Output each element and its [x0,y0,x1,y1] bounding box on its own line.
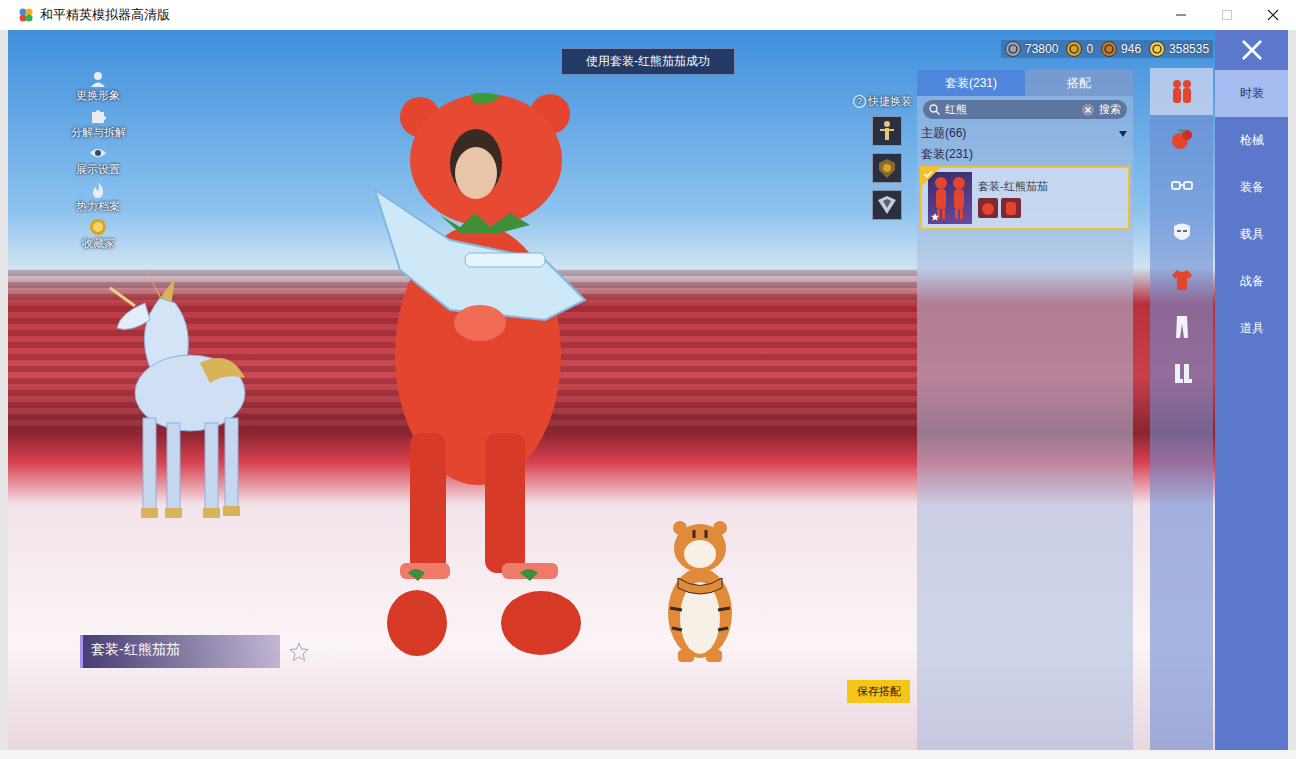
coin-icon [1101,41,1117,57]
badge-icon [876,157,898,179]
outfit-name: 套装-红熊茄茄 [80,635,280,668]
minimize-button[interactable] [1158,0,1204,30]
help-icon[interactable]: ? [853,95,866,108]
desktop-strip [0,750,1296,759]
outfit-icon [1169,79,1195,105]
panel-tab[interactable]: 套装(231) [917,70,1025,96]
hat-icon [1169,126,1195,152]
emulator-window: 和平精英模拟器高清版更换形象分解与拆解展示设置热力档案收藏家 使用套装-红熊茄茄成… [0,0,1296,759]
stadium-scene: 更换形象分解与拆解展示设置热力档案收藏家 使用套装-红熊茄茄成功 ?快捷换装套装-红… [8,30,917,750]
nameplate: 套装-红熊茄茄 [80,635,340,668]
emblem-icon [876,194,898,216]
menu-item[interactable]: 收藏家 [64,216,132,253]
category-item[interactable] [1150,256,1213,303]
close-button[interactable] [1250,0,1296,30]
category-column [1150,30,1213,750]
nav-item[interactable]: 枪械 [1215,117,1288,164]
desktop-edge [1288,30,1296,750]
quick-switch-slot[interactable] [872,116,902,146]
nav-item[interactable]: 载具 [1215,211,1288,258]
menu-item[interactable]: 展示设置 [64,142,132,179]
outfit-card[interactable]: 套装-红熊茄茄 [920,166,1130,230]
quick-switch-slot[interactable] [872,153,902,183]
nav-item[interactable]: 时装 [1215,70,1288,117]
currency: 358535 [1149,41,1209,57]
menu-item[interactable]: 更换形象 [64,68,132,105]
currency: 946 [1101,41,1141,57]
close-icon [1267,9,1279,21]
quick-switch: ?快捷换装 [853,94,912,220]
save-outfit-button[interactable]: 保存搭配 [847,680,910,703]
group-header[interactable]: 套装(231) [917,144,1133,165]
menu-item[interactable]: 分解与拆解 [64,105,132,142]
dropdown-arrow-icon [1119,131,1127,137]
quick-switch-slot[interactable] [872,190,902,220]
top-icon [1169,267,1195,293]
coin-icon [1066,41,1082,57]
mask-icon [1169,220,1195,246]
pants-icon [1169,314,1195,340]
nav-item[interactable]: 道具 [1215,305,1288,352]
glasses-icon [1169,173,1195,199]
flame-icon [89,181,107,199]
window-title: 和平精英模拟器高清版 [40,6,170,24]
maximize-button[interactable] [1204,0,1250,30]
shoes-icon [1169,361,1195,387]
eye-icon [89,144,107,162]
avatar-icon [89,70,107,88]
category-item[interactable] [1150,115,1213,162]
medal-icon [89,218,107,236]
nav-item[interactable]: 装备 [1215,164,1288,211]
quick-switch-label[interactable]: ?快捷换装 [853,94,912,109]
close-icon[interactable] [1240,38,1264,62]
wardrobe-panel: 套装(231)搭配红熊搜索主题(66)套装(231)套装-红熊茄茄 [917,30,1133,750]
search-field[interactable]: 红熊搜索 [923,100,1127,119]
panel-tabs: 套装(231)搭配 [917,70,1133,96]
coin-icon [1005,41,1021,57]
coin-icon [1149,41,1165,57]
tiger-pet-icon[interactable] [660,518,740,664]
outfit-thumbnail [928,172,972,224]
title-bar: 和平精英模拟器高清版 [0,0,1296,30]
group-header[interactable]: 主题(66) [917,123,1133,144]
window-controls [1158,0,1296,30]
currency-bar: 73800 0 946 358535 [1001,40,1213,58]
search-button[interactable]: 搜索 [1099,102,1121,117]
tomato-part-icon [978,198,998,218]
panel-tab[interactable]: 搭配 [1025,70,1133,96]
magnifier-icon [929,104,940,115]
desktop-edge [0,30,8,750]
main-nav: 时装枪械装备载具战备道具 [1215,30,1288,750]
maximize-icon [1221,9,1233,21]
category-item[interactable] [1150,162,1213,209]
currency: 73800 [1005,41,1058,57]
unicorn-mount-icon[interactable] [105,258,250,530]
clear-icon[interactable] [1082,104,1094,116]
category-item[interactable] [1150,209,1213,256]
minimize-icon [1175,9,1187,21]
star-icon[interactable] [288,641,310,663]
figure-icon [876,120,898,142]
category-item[interactable] [1150,68,1213,115]
outfit-card-name: 套装-红熊茄茄 [978,179,1048,194]
left-menu: 更换形象分解与拆解展示设置热力档案收藏家 [64,68,132,253]
favorite-star-icon [930,212,940,222]
toast-message: 使用套装-红熊茄茄成功 [561,48,735,75]
app-logo-icon [18,7,34,23]
puzzle-icon [89,107,107,125]
costume-part-icon [1001,198,1021,218]
equipped-check-icon [922,168,940,186]
category-item[interactable] [1150,350,1213,397]
share-icon[interactable] [318,641,340,663]
currency: 0 [1066,41,1093,57]
nav-item[interactable]: 战备 [1215,258,1288,305]
category-item[interactable] [1150,303,1213,350]
character-model-icon[interactable] [370,93,600,658]
menu-item[interactable]: 热力档案 [64,179,132,216]
game-view: 更换形象分解与拆解展示设置热力档案收藏家 使用套装-红熊茄茄成功 ?快捷换装套装-红… [8,30,1288,750]
